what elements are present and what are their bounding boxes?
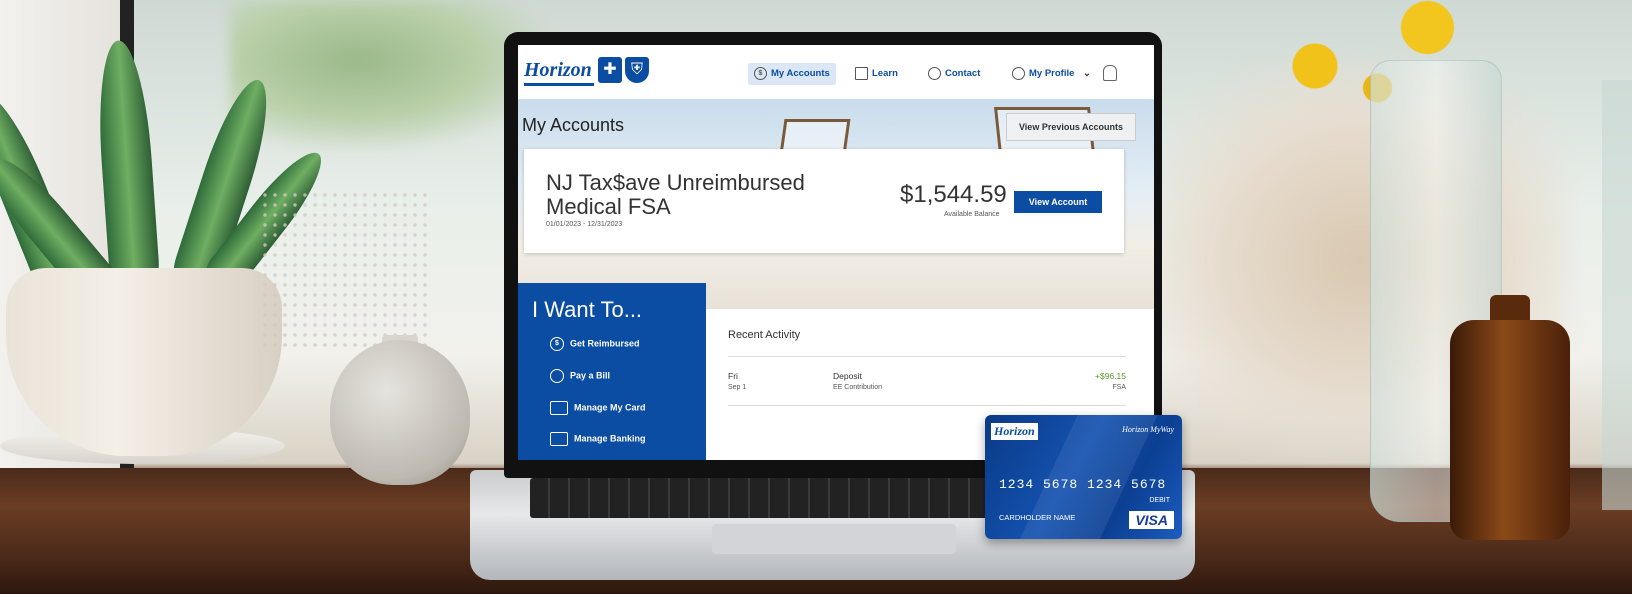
dollar-icon: $ <box>754 66 767 80</box>
activity-day: Fri <box>728 371 738 381</box>
divider <box>728 405 1126 406</box>
pay-a-bill-label: Pay a Bill <box>570 370 611 381</box>
horizon-logo[interactable]: Horizon <box>524 59 592 82</box>
card-horizon-logo: Horizon <box>991 423 1038 440</box>
hand-coin-icon <box>550 369 564 383</box>
pay-a-bill-link[interactable]: Pay a Bill <box>550 369 610 383</box>
glass-bottle-edge <box>1602 80 1632 510</box>
i-want-to-panel: I Want To... $ Get Reimbursed Pay a Bill … <box>518 283 706 460</box>
divider <box>728 356 1126 357</box>
chevron-down-icon: ⌄ <box>1083 68 1092 79</box>
laptop-screen: Horizon ✚ ⛨ $ My Accounts Learn Contact M… <box>518 45 1154 460</box>
recent-activity-title: Recent Activity <box>728 329 801 341</box>
nav-my-accounts-label: My Accounts <box>771 68 830 79</box>
nav-my-accounts[interactable]: $ My Accounts <box>748 63 836 85</box>
logo-underline <box>524 83 594 86</box>
i-want-to-title: I Want To... <box>532 297 643 322</box>
manage-banking-link[interactable]: Manage Banking <box>550 432 646 446</box>
activity-account: FSA <box>1112 384 1126 391</box>
headset-icon <box>928 66 941 80</box>
card-number: 1234 5678 1234 5678 <box>999 477 1167 492</box>
activity-amount: +$96.15 <box>1095 371 1126 381</box>
visa-logo: VISA <box>1129 511 1174 529</box>
account-balance: $1,544.59 <box>900 181 1007 208</box>
activity-description: EE Contribution <box>833 384 883 391</box>
page-title: My Accounts <box>522 115 625 135</box>
account-card: NJ Tax$ave Unreimbursed Medical FSA 01/0… <box>524 149 1124 253</box>
manage-my-card-label: Manage My Card <box>574 402 646 413</box>
manage-my-card-link[interactable]: Manage My Card <box>550 401 646 415</box>
view-account-button[interactable]: View Account <box>1014 191 1102 213</box>
nav-contact[interactable]: Contact <box>928 63 980 85</box>
view-previous-accounts-button[interactable]: View Previous Accounts <box>1006 113 1136 141</box>
balance-label: Available Balance <box>944 211 1000 218</box>
activity-row[interactable]: Fri Sep 1 Deposit EE Contribution +$96.1… <box>728 371 1126 401</box>
dried-flowers <box>260 190 430 350</box>
ceramic-vase <box>330 340 470 485</box>
dollar-arrow-icon: $ <box>550 337 564 351</box>
nav-learn-label: Learn <box>872 68 898 79</box>
manage-banking-label: Manage Banking <box>574 433 646 444</box>
activity-date: Sep 1 <box>728 384 747 391</box>
laptop-trackpad <box>712 524 956 554</box>
credit-card-icon <box>550 401 568 415</box>
cardholder-name: CARDHOLDER NAME <box>999 513 1076 522</box>
nav-learn[interactable]: Learn <box>855 63 898 85</box>
top-nav: Horizon ✚ ⛨ $ My Accounts Learn Contact M… <box>518 45 1154 99</box>
photo-scene: Horizon ✚ ⛨ $ My Accounts Learn Contact M… <box>0 0 1632 594</box>
user-icon <box>1012 66 1025 80</box>
background-foliage <box>230 0 550 150</box>
bell-icon[interactable] <box>1103 65 1117 81</box>
activity-type: Deposit <box>833 371 862 381</box>
card-type: DEBIT <box>1149 497 1170 504</box>
bank-icon <box>550 432 568 446</box>
account-dates: 01/01/2023 - 12/31/2023 <box>546 221 623 228</box>
debit-card: Horizon Horizon MyWay 1234 5678 1234 567… <box>985 415 1182 539</box>
get-reimbursed-link[interactable]: $ Get Reimbursed <box>550 337 640 351</box>
amber-bottle <box>1450 320 1570 540</box>
get-reimbursed-label: Get Reimbursed <box>570 338 640 349</box>
account-name: NJ Tax$ave Unreimbursed Medical FSA <box>546 170 805 219</box>
nav-my-profile[interactable]: My Profile ⌄ <box>1012 63 1091 85</box>
card-product-name: Horizon MyWay <box>1122 425 1174 434</box>
book-icon <box>855 66 868 80</box>
nav-my-profile-label: My Profile <box>1029 68 1075 79</box>
nav-contact-label: Contact <box>945 68 981 79</box>
blue-shield-icon: ⛨ <box>625 57 649 83</box>
blue-cross-icon: ✚ <box>598 57 622 83</box>
